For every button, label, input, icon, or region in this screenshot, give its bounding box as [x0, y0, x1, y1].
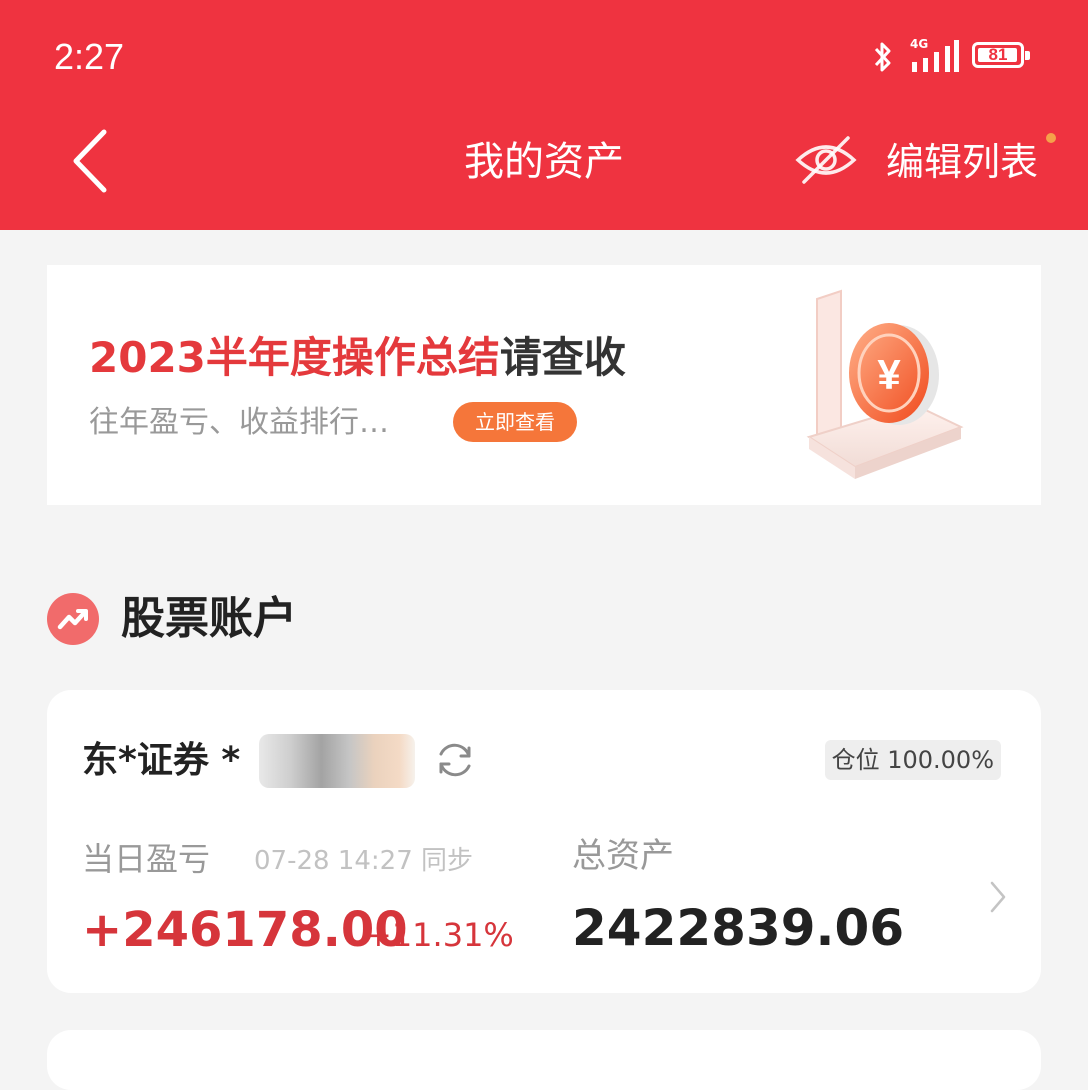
banner-subtitle: 往年盈亏、收益排行… [89, 405, 389, 440]
stock-trend-icon [47, 593, 99, 645]
chevron-right-icon[interactable] [989, 880, 1007, 914]
battery-icon: 81 [972, 42, 1030, 68]
edit-list-button[interactable]: 编辑列表 [886, 134, 1038, 190]
view-now-button[interactable]: 立即查看 [453, 402, 577, 442]
bluetooth-icon [874, 42, 891, 72]
svg-text:¥: ¥ [877, 351, 901, 398]
daily-pnl-label: 当日盈亏 [82, 840, 211, 878]
status-time: 2:27 [54, 36, 125, 77]
hide-amount-toggle[interactable] [794, 132, 858, 188]
section-title: 股票账户 [121, 593, 297, 644]
app-header: 2:27 4G 81 我的资产 编辑列表 [0, 0, 1088, 230]
daily-pnl-value: +246178.00 [82, 902, 408, 958]
account-name: 东*证券 * [82, 740, 241, 781]
notification-dot [1046, 133, 1056, 143]
yuan-coin-illustration: ¥ [806, 289, 964, 479]
refresh-icon[interactable] [433, 738, 477, 782]
signal-icon [912, 40, 959, 72]
next-account-card[interactable] [47, 1030, 1041, 1090]
banner-title: 2023半年度操作总结请查收 [89, 331, 626, 385]
summary-banner[interactable]: 2023半年度操作总结请查收 往年盈亏、收益排行… 立即查看 ¥ [47, 265, 1041, 505]
stock-account-card[interactable]: 东*证券 * 仓位 100.00% 当日盈亏 07-28 14:27 同步 总资… [47, 690, 1041, 993]
battery-level: 81 [988, 45, 1008, 64]
masked-account-number [259, 734, 415, 788]
banner-title-rest: 请查收 [499, 333, 626, 382]
sync-time: 07-28 14:27 同步 [254, 846, 474, 876]
position-label: 仓位 [831, 746, 880, 774]
position-badge: 仓位 100.00% [824, 740, 1001, 780]
banner-title-highlight: 2023半年度操作总结 [89, 333, 500, 382]
total-assets-value: 2422839.06 [572, 899, 905, 957]
eye-off-icon [795, 136, 857, 184]
position-value: 100.00% [887, 746, 994, 774]
total-assets-label: 总资产 [572, 836, 674, 876]
daily-pnl-percent: +11.31% [365, 916, 514, 954]
